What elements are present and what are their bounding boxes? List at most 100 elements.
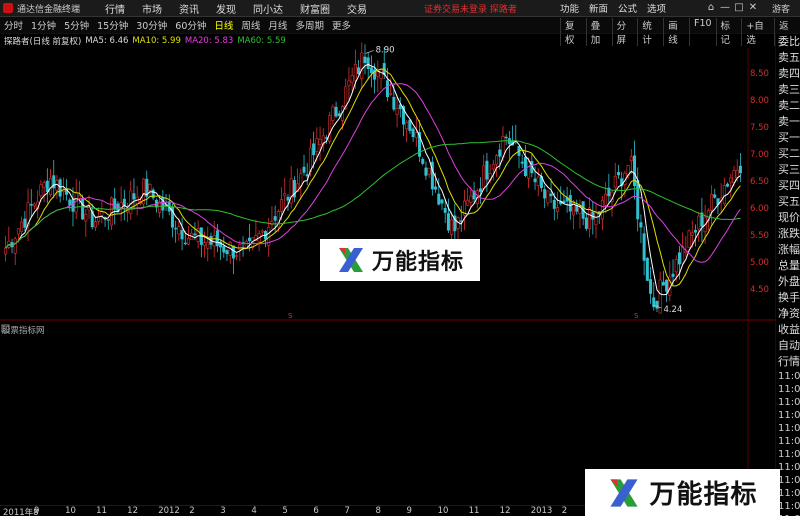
candle-body (543, 189, 547, 199)
candle-body (363, 56, 367, 64)
candle-body (283, 193, 287, 197)
candle-body (450, 219, 454, 235)
candle-body (536, 176, 540, 186)
candle-body (466, 199, 470, 206)
candle-body (280, 199, 284, 212)
candle-body (369, 67, 373, 74)
candle-body (604, 193, 608, 206)
candle-body (690, 232, 694, 236)
candle-body (395, 108, 399, 115)
quote-tab[interactable]: 自动 (776, 338, 800, 354)
candle-body (697, 215, 701, 230)
candle-body (148, 184, 152, 191)
candle-body (29, 204, 33, 206)
candle-body (527, 161, 531, 179)
candle-body (129, 190, 133, 215)
candle-body (357, 67, 361, 74)
candle-body (726, 183, 730, 187)
candle-body (495, 155, 499, 165)
watermark-corner: 万能指标 (585, 469, 780, 516)
candle-body (392, 96, 396, 110)
candle-body (109, 197, 113, 226)
watermark-logo-icon (338, 248, 363, 272)
candle-body (434, 186, 438, 190)
time-tick: 2 (189, 506, 195, 516)
price-tick: 7.50 (750, 123, 769, 133)
quote-row-label: 换手 (778, 291, 800, 304)
candle-body (13, 238, 17, 254)
candle-body (552, 199, 556, 209)
quote-row-label: 买四 (778, 179, 800, 192)
quote-row-label: 卖三 (778, 83, 800, 96)
price-tick: 6.50 (750, 177, 769, 187)
candle-body (440, 199, 444, 204)
candle-body (20, 221, 24, 233)
candle-body (735, 169, 739, 178)
candle-body (93, 221, 97, 228)
candle-body (616, 172, 620, 176)
quote-tab[interactable]: 行情 (776, 354, 800, 370)
event-marker: S (288, 312, 293, 320)
candle-body (231, 245, 235, 259)
time-tick: 7 (344, 506, 350, 516)
candle-body (360, 52, 364, 80)
candle-body (584, 217, 588, 229)
candle-body (732, 170, 736, 183)
candle-body (347, 80, 351, 86)
time-tick: 2 (561, 506, 568, 516)
candle-body (187, 237, 191, 245)
candle-body (203, 242, 207, 246)
candle-body (379, 69, 383, 79)
candle-body (421, 158, 425, 164)
candle-body (722, 185, 726, 205)
candle-body (482, 165, 486, 189)
time-tick: 11 (468, 506, 480, 516)
candle-body (260, 230, 264, 233)
candle-body (180, 230, 184, 240)
candle-body (122, 198, 126, 206)
candle-body (42, 182, 46, 188)
candle-body (414, 132, 418, 139)
candle-body (594, 212, 598, 226)
candle-body (225, 250, 229, 255)
time-tick: 12 (499, 506, 511, 516)
candle-body (328, 115, 332, 142)
candle-body (665, 279, 669, 292)
time-tick: 5 (282, 506, 288, 516)
candle-body (523, 156, 527, 177)
candle-body (238, 244, 242, 250)
time-tick: 12 (127, 506, 138, 516)
quote-row-label: 收益 (778, 323, 800, 336)
quote-panel: 委比 卖五 卖四 卖三 卖二 卖一 买一 买二 买三 买四 买五 现价 涨跌 涨幅 总量 外盘 换手 净资 收益 自动… (775, 34, 800, 516)
candle-body (174, 227, 178, 230)
quote-row-label: 净资 (778, 307, 800, 320)
time-tick: 9 (406, 506, 412, 516)
candle-body (491, 164, 495, 170)
candle-body (613, 175, 617, 188)
candle-body (710, 193, 714, 211)
candle-body (350, 75, 354, 83)
candle-body (68, 199, 72, 206)
candle-body (568, 195, 572, 212)
candle-body (443, 208, 447, 213)
candle-body (4, 247, 8, 255)
candle-body (334, 106, 338, 117)
candle-body (478, 188, 482, 192)
tick-time: 11:0 (778, 436, 800, 447)
candle-body (408, 119, 412, 131)
price-tick: 5.50 (750, 231, 769, 241)
candle-body (353, 63, 357, 81)
quote-row-label: 卖五 (778, 51, 800, 64)
time-tick: 4 (251, 506, 257, 516)
candle-body (424, 167, 428, 176)
time-tick: 2013 (530, 506, 553, 516)
candle-body (39, 184, 43, 196)
event-marker: S (634, 312, 639, 320)
candle-body (687, 230, 691, 249)
candle-body (588, 207, 592, 230)
watermark-text: 万能指标 (371, 250, 464, 275)
price-tick: 6.00 (750, 204, 769, 214)
candle-body (215, 230, 219, 247)
time-tick: 6 (313, 506, 319, 516)
candle-body (305, 174, 309, 177)
